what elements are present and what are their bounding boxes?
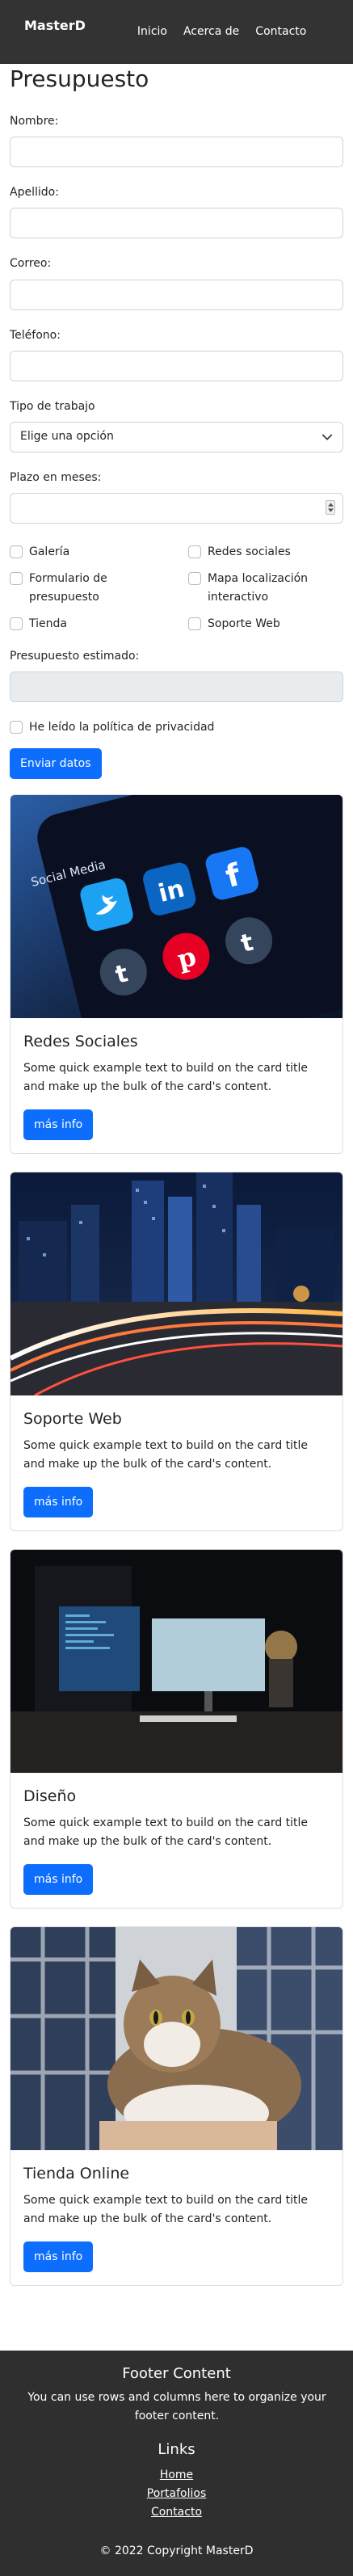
card-text: Some quick example text to build on the … — [23, 1061, 309, 1093]
check-mapa-label: Mapa localización interactivo — [208, 572, 309, 604]
nombre-label: Nombre: — [10, 115, 59, 128]
footer-text: You can use rows and columns here to org… — [27, 2391, 326, 2423]
check-tienda[interactable]: Tienda — [10, 615, 188, 633]
telefono-input[interactable] — [10, 350, 343, 381]
footer-title: Footer Content — [122, 2364, 231, 2382]
footer-link-portafolios[interactable]: Portafolios — [147, 2487, 206, 2500]
mas-info-button[interactable]: más info — [23, 1863, 94, 1895]
card-body: Soporte Web Some quick example text to b… — [11, 1395, 342, 1530]
apellido-label: Apellido: — [10, 186, 59, 200]
plazo-input[interactable] — [10, 493, 343, 524]
nav-link-contacto[interactable]: Contacto — [255, 23, 306, 40]
estimate-output — [10, 671, 343, 702]
card-body: Redes Sociales Some quick example text t… — [11, 1018, 342, 1153]
nav-links: Inicio Acerca de Contacto — [137, 23, 306, 40]
chevron-down-icon — [321, 434, 333, 440]
telefono-label: Teléfono: — [10, 328, 61, 342]
estimate-field-group: Presupuesto estimado: — [10, 649, 343, 702]
checkbox-galeria[interactable] — [10, 545, 23, 559]
tipo-select-value: Elige una opción — [20, 430, 114, 444]
apellido-input[interactable] — [10, 208, 343, 239]
computer-desk-image — [11, 1549, 342, 1773]
tipo-select[interactable]: Elige una opción — [10, 421, 343, 452]
card-title: Diseño — [23, 1787, 77, 1805]
tipo-label: Tipo de trabajo — [10, 399, 95, 413]
service-cards: in f t p t Social Media Redes Sociales S… — [10, 793, 343, 2286]
telefono-field-group: Teléfono: — [10, 328, 343, 381]
card-body: Diseño Some quick example text to build … — [11, 1773, 342, 1908]
footer-link-contacto[interactable]: Contacto — [151, 2506, 202, 2519]
card-title: Redes Sociales — [23, 1032, 138, 1050]
mas-info-button[interactable]: más info — [23, 2241, 94, 2272]
spinner-down-icon[interactable] — [327, 508, 334, 512]
card-soporte-web: Soporte Web Some quick example text to b… — [10, 1171, 343, 1531]
privacy-check[interactable]: He leído la política de privacidad — [10, 718, 343, 737]
footer-links-title: Links — [158, 2440, 195, 2458]
check-redes-sociales-label: Redes sociales — [208, 545, 291, 559]
checkbox-privacy[interactable] — [10, 720, 23, 734]
correo-input[interactable] — [10, 279, 343, 310]
checkbox-soporte-web[interactable] — [188, 617, 201, 631]
card-tienda-online: Tienda Online Some quick example text to… — [10, 1926, 343, 2286]
mas-info-button[interactable]: más info — [23, 1486, 94, 1517]
nombre-input[interactable] — [10, 137, 343, 168]
nav-link-inicio[interactable]: Inicio — [137, 23, 167, 40]
check-soporte-web[interactable]: Soporte Web — [188, 615, 342, 633]
copyright: © 2022 Copyright MasterD — [99, 2544, 254, 2558]
apellido-field-group: Apellido: — [10, 185, 343, 239]
nav-link-acerca-de[interactable]: Acerca de — [183, 23, 239, 40]
card-text: Some quick example text to build on the … — [23, 2193, 309, 2225]
estimate-label: Presupuesto estimado: — [10, 649, 140, 663]
top-navbar: MasterD Inicio Acerca de Contacto — [0, 0, 353, 64]
card-diseno: Diseño Some quick example text to build … — [10, 1548, 343, 1909]
city-night-image — [11, 1172, 342, 1395]
checkbox-redes-sociales[interactable] — [188, 545, 201, 559]
check-tienda-label: Tienda — [29, 617, 67, 631]
nombre-field-group: Nombre: — [10, 114, 343, 168]
plazo-label: Plazo en meses: — [10, 470, 102, 484]
plazo-spinner[interactable] — [326, 500, 335, 516]
brand-logo[interactable]: MasterD — [24, 16, 86, 36]
check-mapa[interactable]: Mapa localización interactivo — [188, 570, 342, 607]
card-body: Tienda Online Some quick example text to… — [11, 2150, 342, 2285]
check-formulario-label: Formulario de presupuesto — [29, 572, 107, 604]
card-redes-sociales: in f t p t Social Media Redes Sociales S… — [10, 793, 343, 1154]
tipo-field-group: Tipo de trabajo Elige una opción — [10, 399, 343, 452]
footer-link-item: Home — [19, 2466, 334, 2485]
footer-link-item: Contacto — [19, 2503, 334, 2522]
checkbox-tienda[interactable] — [10, 617, 23, 631]
check-formulario[interactable]: Formulario de presupuesto — [10, 570, 188, 607]
card-text: Some quick example text to build on the … — [23, 1438, 309, 1471]
footer-link-item: Portafolios — [19, 2485, 334, 2503]
card-text: Some quick example text to build on the … — [23, 1816, 309, 1848]
correo-label: Correo: — [10, 257, 52, 271]
cat-image — [11, 1926, 342, 2150]
check-galeria[interactable]: Galería — [10, 543, 188, 562]
checkbox-formulario[interactable] — [10, 572, 23, 586]
budget-form: Presupuesto Nombre: Apellido: Correo: Te… — [0, 64, 353, 2286]
check-soporte-web-label: Soporte Web — [208, 617, 280, 631]
services-checklist: Galería Redes sociales Formulario de pre… — [10, 543, 343, 633]
page-title: Presupuesto — [10, 65, 149, 92]
checkbox-mapa[interactable] — [188, 572, 201, 586]
plazo-number-wrapper — [10, 493, 343, 524]
social-media-image: in f t p t Social Media — [11, 794, 342, 1018]
footer-links: Home Portafolios Contacto — [19, 2466, 334, 2522]
check-redes-sociales[interactable]: Redes sociales — [188, 543, 342, 562]
submit-button[interactable]: Enviar datos — [10, 747, 102, 779]
mas-info-button[interactable]: más info — [23, 1109, 94, 1140]
check-galeria-label: Galería — [29, 545, 70, 559]
footer-link-home[interactable]: Home — [160, 2469, 193, 2481]
page-footer: Footer Content You can use rows and colu… — [0, 2350, 353, 2576]
correo-field-group: Correo: — [10, 256, 343, 310]
spinner-up-icon[interactable] — [327, 503, 334, 507]
card-title: Soporte Web — [23, 1409, 122, 1428]
privacy-label: He leído la política de privacidad — [29, 720, 215, 734]
card-title: Tienda Online — [23, 2164, 130, 2182]
plazo-field-group: Plazo en meses: — [10, 470, 343, 524]
